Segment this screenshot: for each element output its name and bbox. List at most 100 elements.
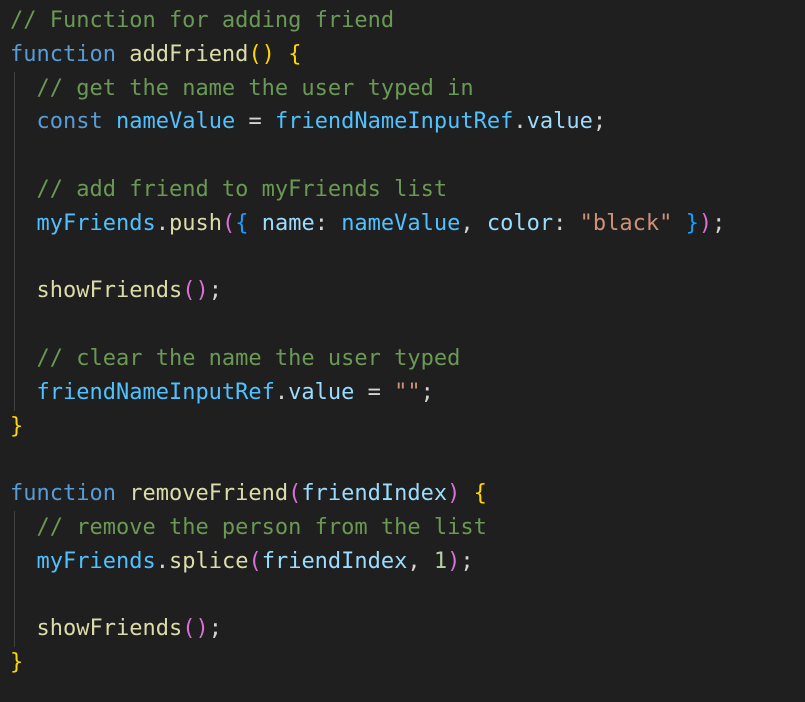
- code-token: // remove the person from the list: [36, 514, 487, 540]
- code-line[interactable]: // remove the person from the list: [10, 511, 725, 545]
- code-token: // Function for adding friend: [10, 8, 395, 33]
- code-line[interactable]: [10, 139, 725, 173]
- code-line[interactable]: [10, 443, 725, 477]
- code-line[interactable]: // add friend to myFriends list: [10, 173, 725, 207]
- code-token: push: [168, 210, 222, 236]
- code-token: // clear the name the user typed: [36, 345, 461, 371]
- code-line[interactable]: // get the name the user typed in: [10, 72, 725, 106]
- code-token: showFriends: [36, 616, 183, 642]
- code-token: nameValue: [115, 109, 236, 135]
- code-token: (): [182, 278, 209, 304]
- code-token: }: [685, 210, 699, 236]
- code-token: ;: [460, 548, 474, 574]
- code-token: ,: [460, 210, 487, 236]
- code-token: function: [10, 41, 116, 67]
- code-token: ;: [420, 379, 434, 405]
- code-token: 1: [433, 548, 448, 574]
- code-line[interactable]: function removeFriend(friendIndex) {: [10, 477, 725, 511]
- code-token: ;: [208, 616, 222, 642]
- code-token: color: [486, 210, 554, 236]
- code-token: myFriends: [36, 548, 156, 574]
- code-token: =: [235, 109, 275, 135]
- code-line[interactable]: [10, 579, 725, 613]
- code-line[interactable]: [10, 241, 725, 275]
- code-line[interactable]: // Function for adding friend: [10, 4, 725, 38]
- code-token: }: [10, 413, 24, 439]
- code-token: {: [235, 210, 249, 236]
- code-line[interactable]: showFriends();: [10, 274, 725, 308]
- code-token: ;: [592, 109, 607, 135]
- code-token: name: [261, 210, 315, 236]
- code-token: friendIndex: [301, 481, 448, 507]
- code-token: showFriends: [36, 278, 183, 304]
- code-lines[interactable]: // Function for adding friend function ad…: [10, 4, 725, 680]
- code-token: =: [354, 379, 395, 405]
- code-token: {: [288, 41, 302, 67]
- code-line[interactable]: // clear the name the user typed: [10, 342, 725, 376]
- code-token: ,: [407, 548, 434, 574]
- code-token: splice: [168, 548, 249, 574]
- code-token: }: [10, 650, 24, 676]
- code-line[interactable]: const nameValue = friendNameInputRef.val…: [10, 105, 725, 139]
- code-token: :: [314, 210, 342, 236]
- code-token: // add friend to myFriends list: [36, 176, 448, 202]
- code-token: friendNameInputRef: [36, 379, 275, 405]
- code-token: (): [182, 616, 209, 642]
- code-token: nameValue: [341, 210, 461, 236]
- code-token: .: [274, 379, 289, 405]
- code-token: value: [288, 379, 355, 405]
- code-token: ): [698, 210, 713, 236]
- code-token: .: [513, 109, 527, 135]
- code-token: "black": [579, 210, 673, 236]
- code-token: addFriend: [129, 41, 249, 67]
- code-token: ): [447, 481, 461, 507]
- code-token: ;: [712, 210, 726, 236]
- code-token: removeFriend: [129, 481, 289, 507]
- code-token: {: [473, 481, 487, 507]
- code-line[interactable]: }: [10, 646, 725, 680]
- code-token: friendIndex: [261, 548, 408, 574]
- code-editor[interactable]: // Function for adding friend function ad…: [0, 0, 805, 702]
- code-token: (: [288, 481, 302, 507]
- code-token: value: [526, 109, 593, 135]
- code-token: friendNameInputRef: [274, 109, 514, 135]
- code-token: .: [155, 548, 169, 574]
- code-token: (: [248, 548, 262, 574]
- code-token: "": [394, 379, 421, 405]
- code-token: (: [221, 210, 236, 236]
- code-line[interactable]: friendNameInputRef.value = "";: [10, 376, 725, 410]
- code-token: const: [36, 109, 103, 135]
- code-line[interactable]: myFriends.push({ name: nameValue, color:…: [10, 207, 726, 241]
- code-line[interactable]: }: [10, 410, 725, 444]
- code-token: (): [248, 41, 275, 67]
- code-token: // get the name the user typed in: [36, 75, 474, 101]
- code-token: .: [155, 210, 169, 236]
- code-line[interactable]: [10, 308, 725, 342]
- code-token: :: [553, 210, 580, 236]
- code-token: ;: [208, 278, 222, 304]
- code-line[interactable]: showFriends();: [10, 612, 725, 646]
- code-token: function: [10, 481, 116, 507]
- code-token: ): [447, 548, 461, 574]
- code-line[interactable]: myFriends.splice(friendIndex, 1);: [10, 545, 725, 579]
- code-line[interactable]: function addFriend() {: [10, 38, 725, 72]
